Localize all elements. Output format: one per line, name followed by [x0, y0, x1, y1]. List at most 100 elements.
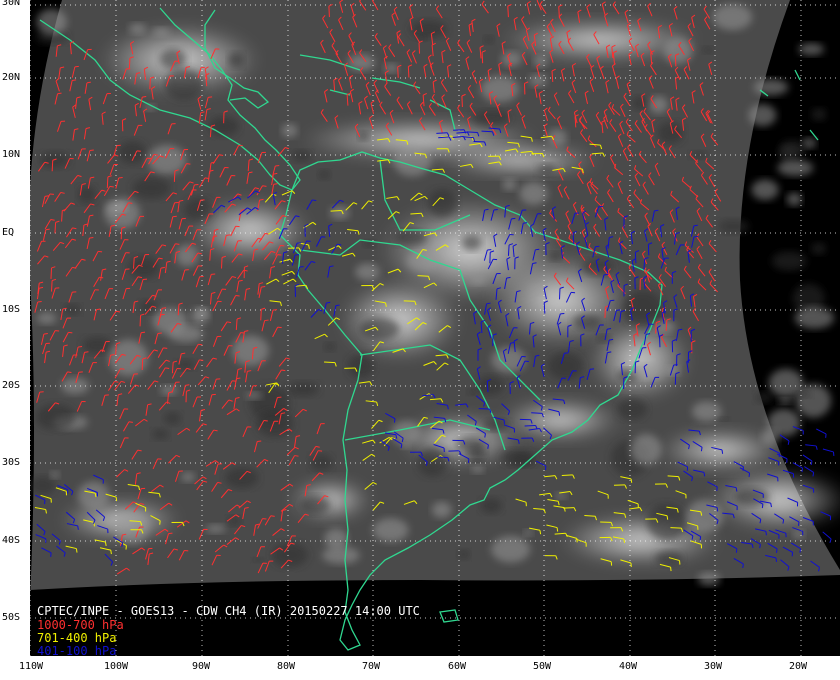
wind-barb-flag — [140, 331, 146, 334]
legend-high-level: 401-100 hPa — [37, 644, 117, 658]
cloud-speckle — [630, 434, 662, 466]
wind-barb-shaft — [561, 474, 573, 476]
wind-barb-flag — [67, 371, 72, 373]
wind-barb-flag — [158, 257, 163, 260]
wind-barb-flag — [693, 224, 698, 227]
wind-barb-shaft — [209, 249, 211, 261]
cloud-speckle — [205, 524, 226, 534]
wind-barb-shaft — [177, 304, 180, 316]
cloud-speckle — [225, 467, 259, 489]
wind-barb-flag — [109, 185, 114, 188]
wind-barb-shaft — [507, 6, 509, 18]
wind-barb-flag — [43, 332, 48, 335]
wind-barb-flag — [791, 552, 794, 557]
cloud-speckle — [779, 140, 807, 159]
wind-barb-shaft — [260, 309, 262, 321]
wind-barb-flag — [532, 262, 537, 264]
cloud-speckle — [324, 528, 348, 549]
cloud-speckle — [617, 398, 647, 420]
wind-barb-flag — [393, 418, 396, 423]
cloud-speckle — [129, 23, 146, 35]
cloud-speckle — [547, 352, 583, 380]
wind-barb-flag — [226, 234, 231, 236]
cloud-speckle — [548, 251, 562, 261]
cloud-speckle — [394, 229, 428, 246]
wind-barb-shaft — [397, 66, 399, 78]
wind-barb-shaft — [418, 42, 421, 54]
lon-label-30w: 30W — [704, 661, 723, 672]
cloud-speckle — [697, 572, 720, 586]
wind-barb-flag — [281, 412, 286, 415]
cloud-speckle — [35, 404, 76, 430]
cloud-speckle — [288, 382, 319, 397]
cloud-speckle — [755, 392, 772, 404]
wind-barb-shaft — [634, 252, 637, 264]
cloud-speckle — [461, 234, 482, 251]
legend-low-level: 1000-700 hPa — [37, 618, 124, 632]
lat-label-20s: 20S — [2, 380, 21, 391]
wind-barb-shaft — [453, 129, 465, 131]
wind-barb-flag — [487, 444, 489, 449]
wind-barb-flag — [721, 449, 724, 454]
wind-barb-flag — [666, 515, 669, 520]
cloud-speckle — [455, 436, 486, 453]
cloud-speckle — [467, 389, 479, 395]
wind-barb-shaft — [417, 275, 429, 277]
wind-barb-flag — [484, 433, 486, 438]
wind-barb-flag — [699, 536, 702, 541]
wind-barb-flag — [654, 209, 659, 212]
wind-barb-flag — [72, 79, 77, 81]
wind-barb-flag — [703, 472, 706, 477]
wind-barb-flag — [797, 521, 800, 526]
wind-barb-flag — [84, 351, 89, 353]
cloud-speckle — [427, 189, 457, 218]
wind-barb-flag — [104, 541, 107, 547]
cloud-speckle — [401, 443, 410, 450]
cloud-speckle — [50, 471, 60, 479]
wind-barb-shaft — [670, 527, 682, 529]
cloud-speckle — [811, 242, 827, 255]
wind-barb-flag — [337, 243, 342, 246]
cloud-patch — [440, 145, 600, 175]
wind-barb-flag — [181, 352, 186, 355]
cloud-speckle — [491, 536, 531, 563]
cloud-speckle — [702, 46, 714, 54]
legend-mid-level: 701-400 hPa — [37, 631, 117, 645]
wind-barb-flag — [128, 202, 133, 204]
wind-barb-flag — [262, 185, 267, 187]
wind-barb-flag — [326, 301, 331, 304]
cloud-speckle — [164, 68, 204, 101]
wind-barb-flag — [556, 527, 559, 532]
wind-barb-flag — [595, 245, 600, 248]
cloud-speckle — [811, 108, 827, 121]
cloud-speckle — [483, 35, 494, 44]
wind-barb-shaft — [655, 322, 657, 334]
wind-barb-shaft — [481, 52, 484, 64]
cloud-speckle — [152, 27, 171, 37]
wind-barb-flag — [272, 309, 278, 311]
wind-barb-flag — [44, 195, 49, 197]
cloud-speckle — [160, 385, 178, 396]
wind-barb-shaft — [61, 210, 63, 222]
wind-barb-flag — [759, 544, 761, 549]
cloud-speckle — [572, 314, 602, 330]
wind-barb-shaft — [324, 361, 336, 364]
wind-barb-flag — [558, 411, 561, 416]
wind-barb-flag — [128, 421, 133, 423]
cloud-speckle — [761, 428, 779, 446]
lat-label-20n: 20N — [2, 72, 21, 83]
lon-label-100w: 100W — [104, 661, 129, 672]
wind-barb-shaft — [51, 160, 54, 172]
cloud-speckle — [480, 75, 520, 103]
wind-barb-shaft — [461, 95, 463, 108]
cloud-speckle — [777, 159, 814, 176]
cloud-speckle — [175, 244, 199, 267]
cloud-speckle — [355, 263, 381, 281]
wind-barb-flag — [45, 509, 47, 514]
cloud-speckle — [271, 542, 308, 568]
wind-barb-flag — [75, 548, 78, 553]
cloud-speckle — [519, 181, 548, 206]
wind-barb-shaft — [543, 302, 546, 314]
cloud-speckle — [245, 392, 263, 400]
wind-barb-flag — [761, 504, 764, 509]
